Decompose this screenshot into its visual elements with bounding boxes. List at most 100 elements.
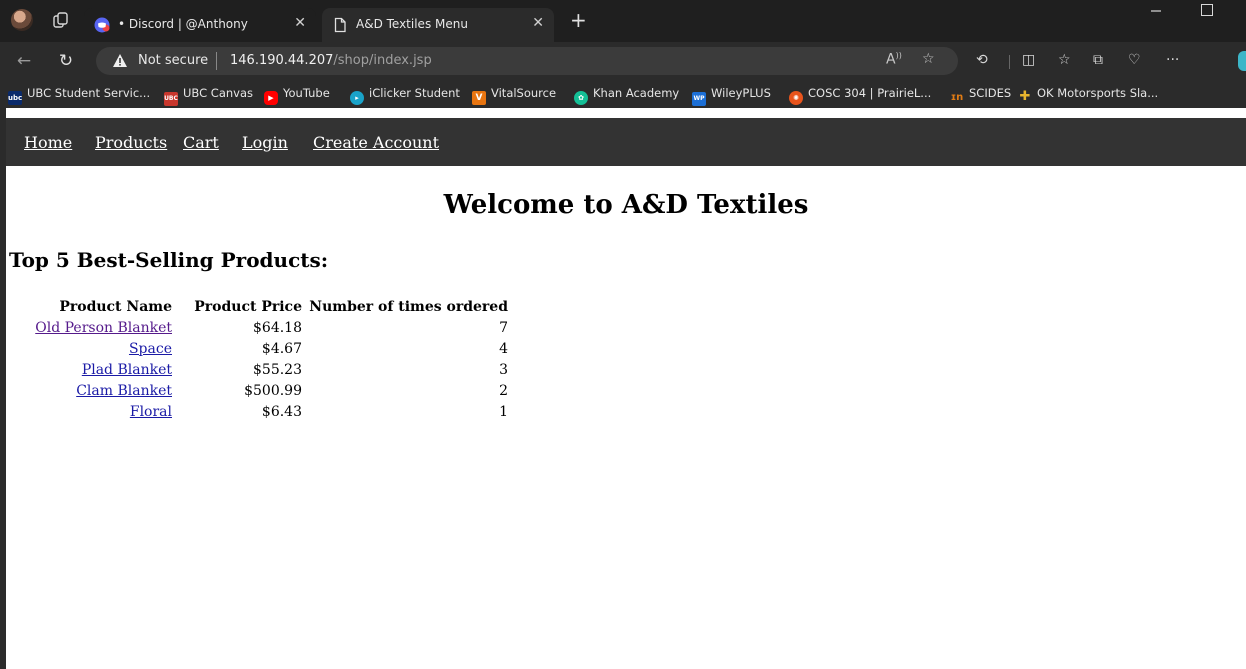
tab-label: A&D Textiles Menu (356, 17, 468, 31)
bookmarks-bar: ubc UBC Student Servic... UBC UBC Canvas ▶… (0, 80, 1246, 108)
nav-home-link[interactable]: Home (24, 133, 72, 152)
times-ordered-cell: 4 (499, 340, 508, 357)
bookmark-ubc-canvas[interactable]: UBC UBC Canvas (164, 86, 253, 106)
product-price-cell: $500.99 (244, 382, 302, 399)
wileyplus-icon: WP (692, 92, 706, 106)
table-row: Plad Blanket $55.23 3 (34, 359, 508, 380)
tab-label: • Discord | @Anthony (118, 17, 248, 31)
tab-ad-textiles[interactable]: A&D Textiles Menu ✕ (322, 8, 554, 42)
times-ordered-cell: 7 (499, 319, 508, 336)
product-name-cell: Space (34, 338, 172, 359)
page-icon (334, 17, 346, 33)
collections-icon[interactable]: ⧉ (1093, 52, 1103, 68)
address-divider (216, 52, 217, 70)
nav-products-link[interactable]: Products (95, 133, 167, 152)
security-label[interactable]: Not secure (138, 53, 208, 68)
product-link[interactable]: Clam Blanket (76, 383, 172, 399)
scides-icon: ɪn (950, 92, 964, 103)
back-icon[interactable]: ← (14, 51, 34, 71)
maximize-icon[interactable] (1201, 4, 1213, 16)
column-header-product-name: Product Name (59, 298, 172, 315)
bookmark-ubc-student-services[interactable]: ubc UBC Student Servic... (8, 86, 150, 105)
workspaces-icon[interactable] (52, 11, 70, 29)
site-nav-bar: Home Products Cart Login Create Account (6, 118, 1246, 166)
browser-essentials-icon[interactable]: ♡ (1128, 52, 1141, 68)
column-header-times-ordered: Number of times ordered (309, 298, 508, 315)
bookmark-label: iClicker Student (369, 86, 460, 100)
read-aloud-icon[interactable]: A)) (886, 51, 902, 68)
browser-toolbar: ← ↻ Not secure 146.190.44.207/shop/index… (0, 42, 1246, 80)
bookmark-wileyplus[interactable]: WP WileyPLUS (692, 86, 771, 106)
bookmark-youtube[interactable]: ▶ YouTube (264, 86, 330, 105)
product-price-cell: $55.23 (253, 361, 302, 378)
bookmark-prairielearn[interactable]: ✺ COSC 304 | PrairieL... (789, 86, 931, 105)
warning-icon[interactable] (112, 53, 128, 68)
more-options-icon[interactable]: ··· (1166, 52, 1179, 68)
product-link[interactable]: Floral (130, 404, 172, 420)
bookmark-label: Khan Academy (593, 86, 680, 100)
tab-close-button[interactable]: ✕ (294, 15, 306, 31)
copilot-icon[interactable]: ⟲ (976, 52, 988, 68)
iclicker-icon: ▸ (350, 91, 364, 105)
product-price-cell: $64.18 (253, 319, 302, 336)
discord-icon (94, 17, 110, 33)
times-ordered-cell: 2 (499, 382, 508, 399)
nav-create-account-link[interactable]: Create Account (313, 133, 439, 152)
tab-close-button[interactable]: ✕ (532, 15, 544, 31)
reload-icon[interactable]: ↻ (56, 51, 76, 71)
best-sellers-table: Product Name Product Price Number of tim… (34, 296, 508, 422)
bookmark-vitalsource[interactable]: V VitalSource (472, 86, 556, 105)
bookmark-ok-motorsports[interactable]: ✚ OK Motorsports Sla... (1018, 86, 1159, 104)
bookmark-scides[interactable]: ɪn SCIDES (950, 86, 1011, 105)
khan-academy-icon: ✿ (574, 91, 588, 105)
table-row: Old Person Blanket $64.18 7 (34, 317, 508, 338)
bookmark-iclicker[interactable]: ▸ iClicker Student (350, 86, 460, 105)
product-link[interactable]: Plad Blanket (82, 362, 172, 378)
product-name-cell: Plad Blanket (34, 359, 172, 380)
url-path: /shop/index.jsp (333, 53, 432, 68)
new-tab-button[interactable]: + (570, 10, 587, 30)
product-price-cell: $6.43 (261, 403, 302, 420)
table-row: Space $4.67 4 (34, 338, 508, 359)
bookmark-label: WileyPLUS (711, 86, 771, 100)
times-ordered-cell: 3 (499, 361, 508, 378)
product-link[interactable]: Old Person Blanket (35, 320, 172, 336)
url-host: 146.190.44.207 (230, 53, 334, 68)
url-text[interactable]: 146.190.44.207/shop/index.jsp (230, 53, 432, 68)
table-row: Clam Blanket $500.99 2 (34, 380, 508, 401)
table-row: Floral $6.43 1 (34, 401, 508, 422)
minimize-icon[interactable] (1150, 4, 1162, 16)
times-ordered-cell: 1 (499, 403, 508, 420)
ubc-canvas-icon: UBC (164, 92, 178, 106)
bookmark-label: YouTube (283, 86, 330, 100)
page-title: Welcome to A&D Textiles (443, 190, 809, 220)
bookmark-khan-academy[interactable]: ✿ Khan Academy (574, 86, 679, 105)
youtube-icon: ▶ (264, 91, 278, 105)
nav-cart-link[interactable]: Cart (183, 133, 219, 152)
address-bar[interactable]: Not secure 146.190.44.207/shop/index.jsp… (96, 47, 958, 75)
product-link[interactable]: Space (129, 341, 172, 357)
split-screen-icon[interactable]: ◫ (1022, 52, 1035, 68)
toolbar-divider (1009, 55, 1010, 69)
ubc-icon: ubc (8, 91, 22, 105)
product-name-cell: Clam Blanket (34, 380, 172, 401)
bookmark-label: UBC Canvas (183, 86, 253, 100)
column-header-product-price: Product Price (194, 298, 302, 315)
favorites-icon[interactable]: ☆ (1058, 52, 1071, 68)
tab-discord[interactable]: • Discord | @Anthony ✕ (84, 8, 316, 42)
section-heading: Top 5 Best-Selling Products: (9, 248, 329, 272)
slack-icon: ✚ (1019, 89, 1031, 104)
product-name-cell: Floral (34, 401, 172, 422)
nav-login-link[interactable]: Login (242, 133, 288, 152)
profile-avatar[interactable] (11, 9, 33, 31)
vitalsource-icon: V (472, 91, 486, 105)
favorite-star-icon[interactable]: ☆ (922, 51, 935, 67)
bookmark-label: OK Motorsports Sla... (1037, 86, 1159, 100)
browser-titlebar: • Discord | @Anthony ✕ A&D Textiles Menu… (0, 0, 1246, 42)
product-price-cell: $4.67 (261, 340, 302, 357)
bookmark-label: UBC Student Servic... (27, 86, 151, 100)
bookmark-label: SCIDES (969, 86, 1012, 100)
bookmark-label: VitalSource (491, 86, 557, 100)
web-page: Home Products Cart Login Create Account … (6, 108, 1246, 669)
sidebar-copilot-icon[interactable] (1238, 51, 1246, 71)
